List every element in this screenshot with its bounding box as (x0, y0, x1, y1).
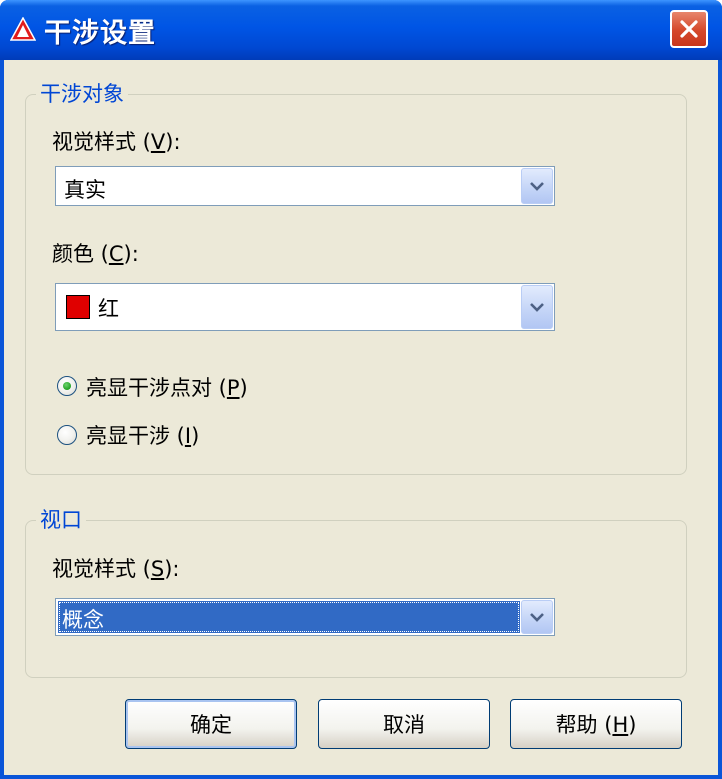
viewport-visual-style-label: 视觉样式 (S): (52, 557, 180, 581)
ok-button[interactable]: 确定 (125, 699, 297, 749)
chevron-down-icon (530, 303, 544, 312)
title-bar[interactable]: 干涉设置 (0, 0, 722, 60)
color-label: 颜色 (C): (52, 242, 139, 266)
viewport-visual-style-dropdown-button[interactable] (521, 600, 553, 634)
visual-style-label: 视觉样式 (V): (52, 130, 181, 154)
help-button[interactable]: 帮助 (H) (510, 699, 682, 749)
viewport-visual-style-value: 概念 (62, 608, 104, 632)
highlight-pairs-label[interactable]: 亮显干涉点对 (P) (86, 372, 248, 402)
interference-settings-dialog: 干涉设置 干涉对象 视觉样式 (V): 真实 颜色 (C): 红 亮显干涉点对 … (0, 0, 722, 779)
interference-objects-legend: 干涉对象 (36, 78, 128, 108)
viewport-legend: 视口 (36, 504, 86, 534)
highlight-interference-radio[interactable] (57, 425, 77, 445)
viewport-visual-style-dropdown[interactable]: 概念 (55, 598, 555, 636)
color-swatch (66, 295, 90, 319)
visual-style-dropdown[interactable]: 真实 (55, 166, 555, 206)
chevron-down-icon (530, 613, 544, 622)
radio-selected-dot (63, 382, 71, 390)
autocad-app-icon (10, 17, 36, 41)
highlight-interference-label[interactable]: 亮显干涉 (I) (86, 420, 199, 450)
visual-style-dropdown-button[interactable] (521, 168, 553, 204)
window-title: 干涉设置 (44, 18, 156, 49)
color-value: 红 (98, 297, 119, 321)
cancel-button[interactable]: 取消 (318, 699, 490, 749)
color-dropdown-button[interactable] (521, 285, 553, 329)
ok-button-label: 确定 (190, 713, 232, 737)
chevron-down-icon (530, 182, 544, 191)
highlight-pairs-radio[interactable] (57, 376, 77, 396)
close-button[interactable] (670, 10, 708, 48)
help-button-label: 帮助 (H) (555, 713, 637, 737)
close-icon (680, 20, 698, 38)
visual-style-value: 真实 (64, 178, 106, 202)
color-dropdown[interactable]: 红 (55, 283, 555, 331)
viewport-visual-style-selection (58, 601, 520, 633)
cancel-button-label: 取消 (383, 713, 425, 737)
